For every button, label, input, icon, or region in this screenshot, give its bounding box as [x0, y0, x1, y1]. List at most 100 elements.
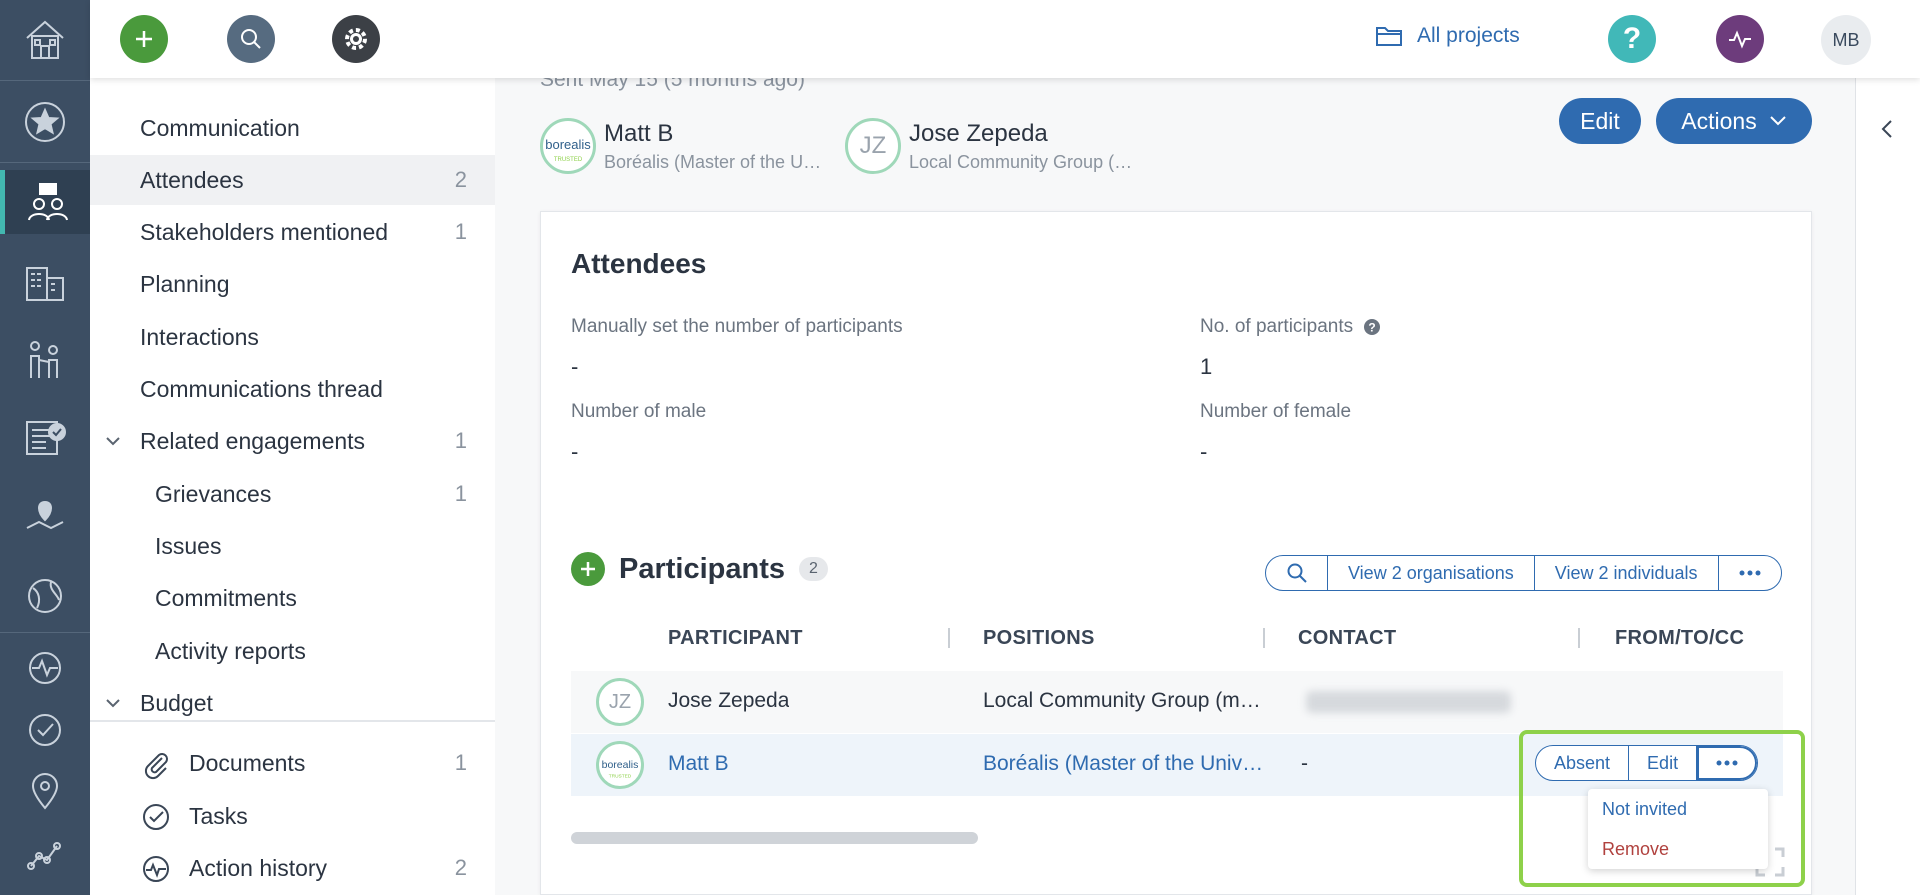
check-circle-icon [143, 804, 169, 830]
horizontal-scrollbar[interactable] [571, 832, 978, 844]
nav-divider [90, 720, 495, 722]
app-icon-rail [0, 0, 90, 895]
settings-button[interactable] [332, 15, 380, 63]
nav-action-history[interactable]: Action history 2 [90, 843, 495, 893]
nav-communication[interactable]: Communication [90, 103, 495, 153]
person-org: Local Community Group (… [909, 151, 1133, 172]
participant-position[interactable]: Boréalis (Master of the Univ… [983, 752, 1265, 776]
nav-issues[interactable]: Issues [90, 521, 495, 571]
nav-planning[interactable]: Planning [90, 259, 495, 309]
table-row[interactable]: JZ Jose Zepeda Local Community Group (me… [571, 671, 1783, 733]
row-edit-button[interactable]: Edit [1629, 746, 1698, 780]
person-jose-zepeda[interactable]: JZ Jose Zepeda Local Community Group (… [845, 118, 1134, 174]
location-pin-icon[interactable] [0, 760, 90, 824]
nav-label: Tasks [189, 802, 248, 829]
nav-attendees[interactable]: Attendees 2 [90, 155, 495, 205]
column-resize-handle[interactable] [1263, 628, 1265, 648]
add-button[interactable] [120, 15, 168, 63]
nav-count: 2 [454, 855, 467, 880]
actions-button[interactable]: Actions [1656, 98, 1812, 144]
manual-count-label: Manually set the number of participants [571, 316, 903, 337]
person-name: Jose Zepeda [909, 119, 1048, 147]
column-contact[interactable]: CONTACT [1298, 627, 1396, 650]
right-panel-rail [1855, 78, 1920, 895]
nav-interactions[interactable]: Interactions [90, 312, 495, 362]
search-icon [1287, 563, 1307, 583]
search-button[interactable] [227, 15, 275, 63]
help-circle-icon[interactable]: ? [1363, 318, 1381, 336]
absent-button[interactable]: Absent [1536, 746, 1630, 780]
svg-text:borealis: borealis [602, 759, 639, 771]
svg-text:TRUSTED: TRUSTED [554, 157, 583, 163]
more-dots-icon [1716, 760, 1738, 766]
chevron-down-icon[interactable] [104, 432, 122, 450]
view-individuals-button[interactable]: View 2 individuals [1535, 556, 1719, 590]
home-icon[interactable] [0, 8, 90, 72]
contact-email-redacted [1306, 691, 1511, 713]
activity-button[interactable] [1716, 15, 1764, 63]
edit-button[interactable]: Edit [1559, 98, 1641, 144]
menu-remove[interactable]: Remove [1602, 839, 1669, 860]
participants-search-button[interactable] [1266, 556, 1328, 590]
manual-count-value: - [571, 354, 579, 379]
nav-commitments[interactable]: Commitments [90, 573, 495, 623]
person-matt-b[interactable]: borealis TRUSTED Matt B Boréalis (Master … [540, 118, 829, 174]
more-dots-icon [1739, 570, 1761, 576]
row-more-button[interactable] [1697, 746, 1758, 780]
nav-label: Communications thread [140, 375, 383, 402]
column-resize-handle[interactable] [948, 628, 950, 648]
help-button[interactable]: ? [1608, 15, 1656, 63]
stakeholders-people-icon[interactable] [0, 328, 90, 392]
column-positions[interactable]: POSITIONS [983, 627, 1095, 650]
male-count-label: Number of male [571, 401, 707, 422]
nav-label: Activity reports [155, 637, 306, 664]
borealis-logo: borealis TRUSTED [540, 118, 596, 174]
svg-text:borealis: borealis [545, 137, 591, 152]
nav-label: Communication [140, 114, 300, 141]
nav-activity-reports[interactable]: Activity reports [90, 626, 495, 676]
all-projects-link[interactable]: All projects [1375, 24, 1520, 48]
map-pin-icon[interactable] [0, 484, 90, 548]
world-globe-icon[interactable] [0, 562, 90, 626]
svg-text:?: ? [1368, 321, 1375, 335]
chevron-down-icon[interactable] [104, 694, 122, 712]
avatar-initials: JZ [845, 118, 901, 174]
view-organisations-button[interactable]: View 2 organisations [1328, 556, 1535, 590]
analytics-graph-icon[interactable] [0, 822, 90, 886]
nav-label: Interactions [140, 323, 259, 350]
female-count-label: Number of female [1200, 401, 1352, 422]
avatar-initials: JZ [596, 678, 644, 726]
user-avatar[interactable]: MB [1821, 15, 1871, 65]
nav-label: Attendees [140, 166, 244, 193]
column-resize-handle[interactable] [1578, 628, 1580, 648]
column-from-to-cc[interactable]: FROM/TO/CC [1615, 627, 1744, 650]
nav-grievances[interactable]: Grievances 1 [90, 469, 495, 519]
participant-name[interactable]: Matt B [668, 752, 729, 776]
nav-count: 1 [454, 428, 467, 453]
plus-icon [581, 562, 595, 576]
organisations-buildings-icon[interactable] [0, 250, 90, 314]
participant-position: Local Community Group (me… [983, 689, 1265, 712]
participant-name[interactable]: Jose Zepeda [668, 689, 789, 713]
nav-communications-thread[interactable]: Communications thread [90, 364, 495, 414]
nav-stakeholders-mentioned[interactable]: Stakeholders mentioned 1 [90, 207, 495, 257]
nav-label: Related engagements [140, 427, 366, 454]
nav-related-engagements[interactable]: Related engagements 1 [90, 416, 495, 466]
add-participant-button[interactable] [571, 552, 605, 586]
folder-icon [1376, 27, 1402, 46]
nav-tasks[interactable]: Tasks [90, 791, 495, 841]
nav-documents[interactable]: Documents 1 [90, 738, 495, 788]
person-name: Matt B [604, 119, 674, 147]
reports-check-icon[interactable] [0, 406, 90, 470]
tasks-check-icon[interactable] [0, 698, 90, 762]
column-participant[interactable]: PARTICIPANT [668, 627, 803, 650]
activity-pulse-icon[interactable] [0, 636, 90, 700]
participants-more-button[interactable] [1719, 556, 1781, 590]
nav-label: Action history [189, 854, 328, 881]
menu-not-invited[interactable]: Not invited [1602, 799, 1687, 820]
participants-header: Participants 2 [571, 552, 828, 586]
favorites-star-icon[interactable] [0, 90, 90, 154]
engagements-meeting-icon[interactable] [0, 170, 90, 234]
chevron-left-icon[interactable] [1878, 118, 1896, 140]
gear-icon [345, 28, 367, 50]
